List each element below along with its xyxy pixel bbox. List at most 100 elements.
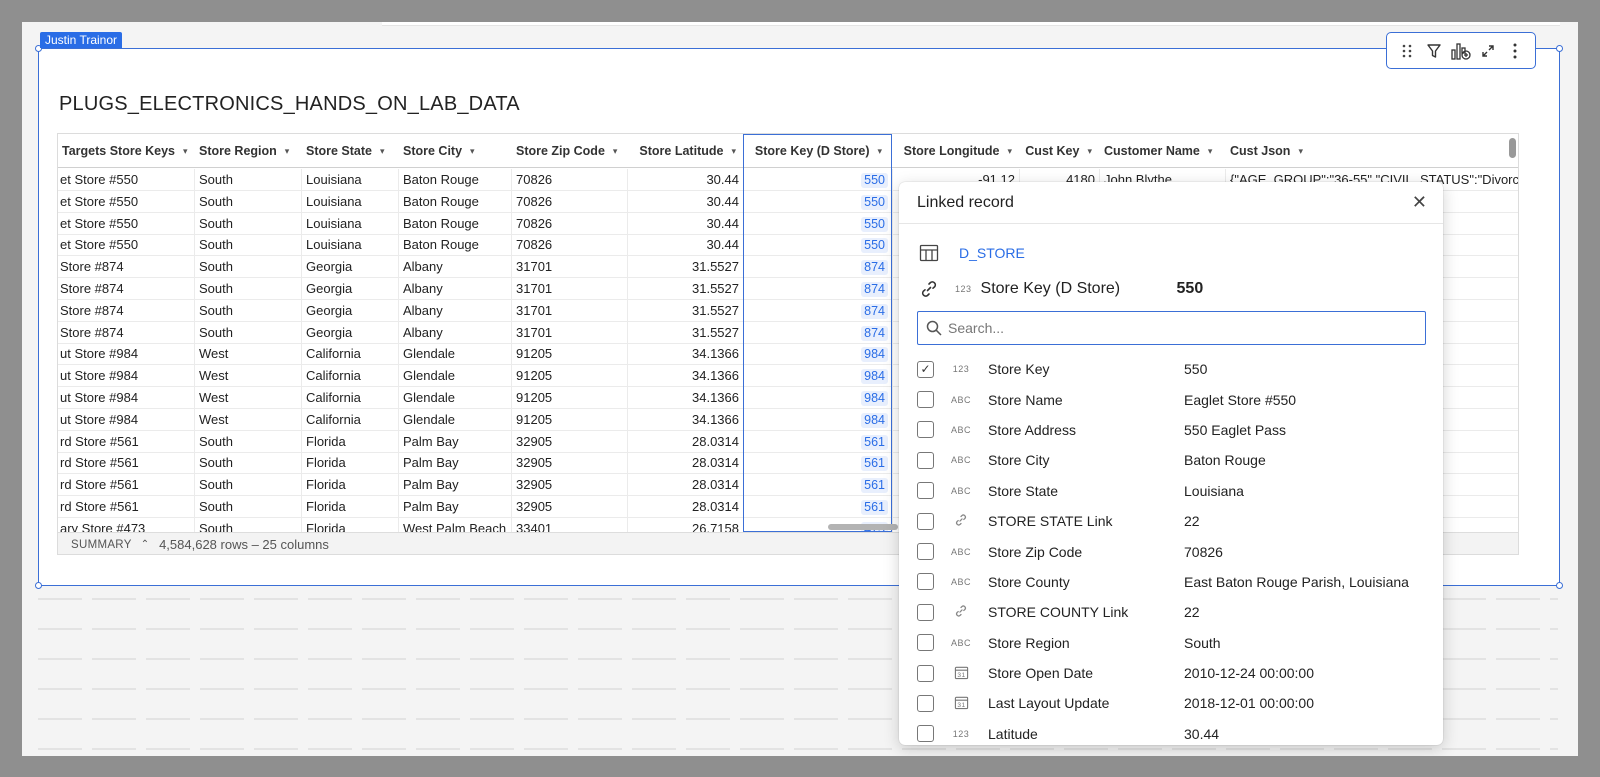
field-row[interactable]: ABC Store Zip Code 70826	[917, 536, 1427, 566]
table-cell[interactable]: South	[195, 234, 302, 257]
field-row[interactable]: ABC Store Region South	[917, 628, 1427, 658]
table-cell[interactable]: Glendale	[399, 387, 512, 409]
linked-table-link[interactable]: D_STORE	[959, 245, 1025, 261]
table-cell[interactable]: 34.1366	[628, 365, 744, 388]
drag-handle-icon[interactable]	[1396, 40, 1418, 62]
table-cell[interactable]: California	[302, 365, 399, 388]
chevron-up-icon[interactable]: ⌃	[141, 539, 149, 550]
table-cell[interactable]: Palm Bay	[399, 496, 512, 518]
column-header[interactable]: Store Zip Code ▾	[512, 134, 628, 168]
table-cell[interactable]: Store #874	[58, 278, 195, 300]
filter-icon[interactable]	[1423, 40, 1445, 62]
table-cell[interactable]: West	[195, 365, 302, 388]
field-checkbox[interactable]	[917, 694, 934, 712]
chevron-down-icon[interactable]: ▾	[1208, 146, 1213, 157]
field-row[interactable]: 31 Last Layout Update 2018-12-01 00:00:00	[917, 688, 1427, 718]
table-cell[interactable]: Florida	[302, 430, 399, 453]
table-cell[interactable]: 550	[744, 212, 893, 235]
table-cell[interactable]: Baton Rouge	[399, 212, 512, 235]
table-cell[interactable]: 874	[744, 321, 893, 344]
table-cell[interactable]: South	[195, 496, 302, 518]
horizontal-scrollbar[interactable]	[828, 524, 898, 530]
field-row[interactable]: STORE COUNTY Link 22	[917, 597, 1427, 627]
field-checkbox[interactable]	[917, 573, 934, 591]
table-cell[interactable]: Glendale	[399, 343, 512, 366]
table-cell[interactable]: ut Store #984	[58, 408, 195, 431]
table-cell[interactable]: 984	[744, 387, 893, 409]
table-cell[interactable]: Albany	[399, 299, 512, 322]
field-checkbox[interactable]	[917, 482, 934, 500]
table-cell[interactable]: 91205	[512, 343, 628, 366]
field-row[interactable]: ABC Store State Louisiana	[917, 476, 1427, 506]
table-cell[interactable]: South	[195, 256, 302, 279]
column-header[interactable]: Cust Key ▾	[1020, 134, 1100, 168]
table-cell[interactable]: California	[302, 343, 399, 366]
more-icon[interactable]	[1504, 40, 1526, 62]
linked-key-chip[interactable]: 874	[861, 260, 888, 276]
chevron-down-icon[interactable]: ▾	[1007, 146, 1012, 157]
table-cell[interactable]: 34.1366	[628, 408, 744, 431]
table-cell[interactable]: Store #874	[58, 299, 195, 322]
table-cell[interactable]: 31701	[512, 256, 628, 279]
column-header[interactable]: Store State ▾	[302, 134, 399, 168]
table-cell[interactable]: 31701	[512, 299, 628, 322]
table-cell[interactable]: Albany	[399, 321, 512, 344]
linked-key-chip[interactable]: 550	[861, 194, 888, 210]
table-cell[interactable]: 561	[744, 496, 893, 518]
table-cell[interactable]: 70826	[512, 234, 628, 257]
table-cell[interactable]: 984	[744, 343, 893, 366]
table-cell[interactable]: Georgia	[302, 321, 399, 344]
element-title[interactable]: PLUGS_ELECTRONICS_HANDS_ON_LAB_DATA	[59, 93, 520, 116]
chevron-down-icon[interactable]: ▾	[380, 146, 385, 157]
table-cell[interactable]: 874	[744, 299, 893, 322]
table-cell[interactable]: Store #874	[58, 256, 195, 279]
field-row[interactable]: ABC Store Address 550 Eaglet Pass	[917, 415, 1427, 445]
table-cell[interactable]: Palm Bay	[399, 452, 512, 475]
table-cell[interactable]: South	[195, 169, 302, 191]
table-cell[interactable]: 874	[744, 256, 893, 279]
field-row[interactable]: 123 Latitude 30.44	[917, 719, 1427, 745]
table-cell[interactable]: 30.44	[628, 212, 744, 235]
table-cell[interactable]: California	[302, 408, 399, 431]
table-cell[interactable]: et Store #550	[58, 234, 195, 257]
table-cell[interactable]: South	[195, 474, 302, 497]
table-cell[interactable]: rd Store #561	[58, 496, 195, 518]
table-cell[interactable]: 31.5527	[628, 321, 744, 344]
field-row[interactable]: ✓ 123 Store Key 550	[917, 354, 1427, 384]
table-cell[interactable]: Florida	[302, 474, 399, 497]
table-cell[interactable]: 28.0314	[628, 452, 744, 475]
linked-key-chip[interactable]: 984	[861, 391, 888, 406]
table-cell[interactable]: 28.0314	[628, 474, 744, 497]
chevron-down-icon[interactable]: ▾	[613, 146, 618, 157]
column-header[interactable]: Customer Name ▾	[1100, 134, 1226, 168]
table-cell[interactable]: Louisiana	[302, 234, 399, 257]
field-row[interactable]: 31 Store Open Date 2010-12-24 00:00:00	[917, 658, 1427, 688]
close-icon[interactable]: ✕	[1412, 192, 1427, 213]
table-cell[interactable]: 70826	[512, 169, 628, 191]
table-cell[interactable]: rd Store #561	[58, 430, 195, 453]
table-cell[interactable]: 30.44	[628, 234, 744, 257]
table-cell[interactable]: 31.5527	[628, 299, 744, 322]
table-cell[interactable]: Georgia	[302, 278, 399, 300]
field-row[interactable]: ABC Store City Baton Rouge	[917, 445, 1427, 475]
add-chart-icon[interactable]	[1450, 40, 1472, 62]
table-cell[interactable]: rd Store #561	[58, 474, 195, 497]
field-checkbox[interactable]: ✓	[917, 360, 934, 378]
table-cell[interactable]: 561	[744, 474, 893, 497]
linked-key-chip[interactable]: 984	[861, 412, 888, 428]
column-header[interactable]: Store Longitude ▾	[893, 134, 1020, 168]
chevron-down-icon[interactable]: ▾	[1298, 146, 1303, 157]
table-cell[interactable]: 91205	[512, 387, 628, 409]
table-cell[interactable]: 32905	[512, 474, 628, 497]
table-cell[interactable]: 31.5527	[628, 278, 744, 300]
table-cell[interactable]: et Store #550	[58, 169, 195, 191]
table-cell[interactable]: 561	[744, 430, 893, 453]
table-cell[interactable]: Palm Bay	[399, 474, 512, 497]
table-cell[interactable]: 32905	[512, 452, 628, 475]
table-cell[interactable]: Louisiana	[302, 212, 399, 235]
table-cell[interactable]: ut Store #984	[58, 343, 195, 366]
resize-handle[interactable]	[1556, 582, 1563, 589]
chevron-down-icon[interactable]: ▾	[878, 146, 883, 157]
linked-key-chip[interactable]: 550	[861, 238, 888, 254]
table-cell[interactable]: Florida	[302, 452, 399, 475]
